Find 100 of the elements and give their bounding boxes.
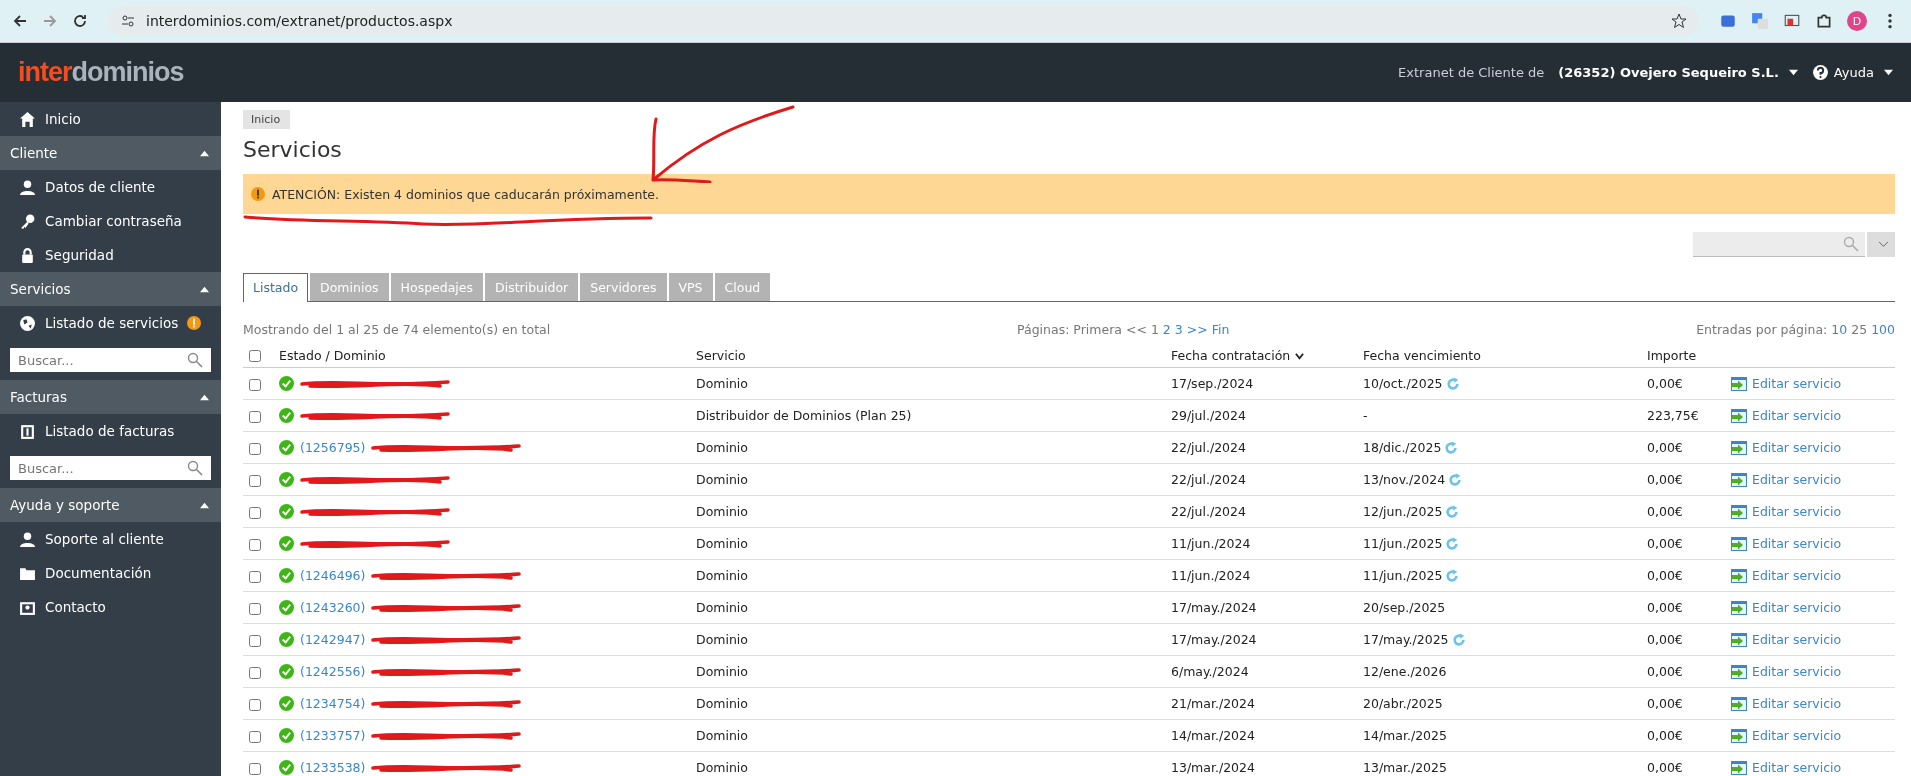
per-page-option[interactable]: 100 (1871, 322, 1895, 337)
table-cell: 14/mar./2025 (1363, 728, 1447, 743)
sidebar-item[interactable]: Documentación (45, 565, 152, 581)
sidebar-section[interactable]: Cliente (0, 136, 221, 170)
row-checkbox[interactable] (249, 602, 261, 615)
client-menu[interactable]: (26352) Ovejero Sequeiro S.L. (1558, 65, 1798, 80)
column-header[interactable]: Fecha contratación (1171, 347, 1305, 363)
per-page-option[interactable]: 25 (1851, 322, 1868, 337)
check-circle-icon (279, 504, 294, 519)
edit-service-link[interactable]: Editar servicio (1731, 728, 1895, 743)
select-all-checkbox[interactable] (249, 350, 261, 362)
reload-icon[interactable] (72, 13, 88, 29)
page-title: Servicios (243, 137, 343, 162)
row-checkbox[interactable] (249, 442, 261, 455)
edit-service-link[interactable]: Editar servicio (1731, 376, 1895, 391)
tab[interactable]: Listado (243, 273, 309, 302)
column-header[interactable]: Servicio (696, 347, 746, 363)
last-page-link[interactable]: >> Fin (1186, 322, 1230, 337)
domain-link[interactable]: (1242556) (300, 664, 366, 679)
back-icon[interactable] (12, 13, 28, 29)
sidebar-item[interactable]: Cambiar contraseña (45, 213, 182, 229)
column-header[interactable]: Estado / Dominio (279, 347, 386, 363)
domain-link[interactable]: (1243260) (300, 600, 366, 615)
domain-link[interactable]: (1233538) (300, 760, 366, 775)
domain-link[interactable]: (1246496) (300, 568, 366, 583)
pager-label: Páginas: Primera << (1017, 322, 1147, 337)
row-checkbox[interactable] (249, 570, 261, 583)
puzzle-icon[interactable] (1815, 12, 1833, 30)
page-link[interactable]: 3 (1174, 322, 1183, 337)
check-circle-icon (279, 760, 294, 775)
table-cell: 20/sep./2025 (1363, 600, 1446, 615)
profile-avatar[interactable]: D (1847, 11, 1867, 31)
edit-service-link[interactable]: Editar servicio (1731, 440, 1895, 455)
check-circle-icon (279, 408, 294, 423)
row-checkbox[interactable] (249, 698, 261, 711)
search-field[interactable]: Buscar... (10, 348, 211, 372)
sidebar-section[interactable]: Ayuda y soporte (0, 488, 221, 522)
tab[interactable]: Servidores (580, 273, 667, 301)
address-bar[interactable]: interdominios.com/extranet/productos.aspx (108, 6, 1699, 36)
domain-link[interactable]: (1242947) (300, 632, 366, 647)
site-settings-icon[interactable] (120, 13, 136, 29)
row-checkbox[interactable] (249, 474, 261, 487)
sidebar-item[interactable]: Listado de servicios (45, 315, 179, 331)
help-menu[interactable]: Ayuda (1811, 64, 1893, 81)
edit-service-link[interactable]: Editar servicio (1731, 696, 1895, 711)
page-link[interactable]: 1 (1150, 322, 1159, 337)
page-link[interactable]: 2 (1162, 322, 1171, 337)
edit-service-link[interactable]: Editar servicio (1731, 664, 1895, 679)
table-search-field[interactable] (1693, 232, 1865, 257)
forward-icon[interactable] (42, 13, 58, 29)
tab[interactable]: VPS (668, 273, 713, 301)
window-arrow-icon (1731, 568, 1747, 583)
row-checkbox[interactable] (249, 762, 261, 775)
search-icon[interactable] (187, 460, 203, 476)
tab[interactable]: Distribuidor (485, 273, 579, 301)
sidebar-item[interactable]: Seguridad (45, 247, 114, 263)
edit-service-link[interactable]: Editar servicio (1731, 600, 1895, 615)
domain-link[interactable]: (1256795) (300, 440, 366, 455)
edit-service-link[interactable]: Editar servicio (1731, 760, 1895, 775)
sidebar-section[interactable]: Servicios (0, 272, 221, 306)
search-field[interactable]: Buscar... (10, 456, 211, 480)
row-checkbox[interactable] (249, 634, 261, 647)
table-cell: 13/nov./2024 (1363, 471, 1446, 487)
column-header[interactable]: Importe (1647, 347, 1697, 363)
sidebar-item[interactable]: Contacto (45, 599, 106, 615)
help-icon (1811, 64, 1829, 81)
domain-link[interactable]: (1234754) (300, 696, 366, 711)
sidebar-item[interactable]: Inicio (45, 111, 81, 127)
translate-icon[interactable] (1751, 12, 1769, 30)
sidebar-section[interactable]: Facturas (0, 380, 221, 414)
sidebar-item[interactable]: Soporte al cliente (45, 531, 164, 547)
table-cell: Dominio (696, 559, 1171, 592)
column-header[interactable]: Fecha vencimiento (1363, 347, 1481, 363)
edit-service-link[interactable]: Editar servicio (1731, 632, 1895, 647)
tab[interactable]: Dominios (310, 273, 389, 301)
edit-service-link[interactable]: Editar servicio (1731, 472, 1895, 487)
table-cell: 13/mar./2024 (1171, 751, 1363, 776)
logo[interactable]: interdominios (18, 57, 184, 88)
breadcrumb[interactable]: Inicio (243, 110, 291, 129)
row-checkbox[interactable] (249, 666, 261, 679)
edit-service-link[interactable]: Editar servicio (1731, 568, 1895, 583)
row-checkbox[interactable] (249, 378, 261, 391)
per-page-option[interactable]: 10 (1831, 322, 1848, 337)
table-cell: - (1363, 408, 1368, 423)
tab[interactable]: Hospedajes (390, 273, 484, 301)
edit-service-link[interactable]: Editar servicio (1731, 408, 1895, 423)
extension-icon[interactable] (1719, 12, 1737, 30)
search-icon[interactable] (187, 352, 203, 368)
row-checkbox[interactable] (249, 730, 261, 743)
row-checkbox[interactable] (249, 538, 261, 551)
edit-service-link[interactable]: Editar servicio (1731, 504, 1895, 519)
row-checkbox[interactable] (249, 410, 261, 423)
sidebar-item[interactable]: Listado de facturas (45, 423, 175, 439)
star-icon[interactable] (1671, 13, 1687, 29)
tab[interactable]: Cloud (714, 273, 771, 301)
edit-service-link[interactable]: Editar servicio (1731, 536, 1895, 551)
sidebar-item[interactable]: Datos de cliente (45, 179, 156, 195)
alert-banner: ATENCIÓN: Existen 4 dominios que caducarán próximamente. (243, 174, 1895, 214)
row-checkbox[interactable] (249, 506, 261, 519)
domain-link[interactable]: (1233757) (300, 728, 366, 743)
